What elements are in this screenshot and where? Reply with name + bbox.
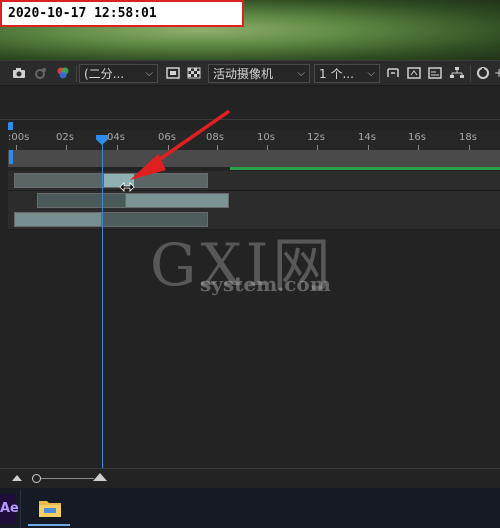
snapshot-icon[interactable] [34, 67, 48, 79]
zoom-slider-track[interactable] [36, 478, 94, 479]
os-taskbar [0, 488, 500, 528]
chevron-down-icon: ⌵ [297, 68, 305, 79]
composition-toolbar: (二分... ⌵ 活动摄像机 ⌵ 1 个... ⌵ + [0, 60, 500, 86]
time-ruler[interactable]: :00s 02s 04s 06s 08s 10s 12s 14s 16s 18s [8, 130, 500, 150]
taskbar-divider [20, 490, 21, 528]
views-value: 1 个... [319, 67, 354, 81]
toggle-view-icon[interactable] [386, 67, 400, 79]
color-channels-icon[interactable] [56, 67, 70, 79]
timeline-icon[interactable] [428, 67, 442, 79]
render-cache-indicator [230, 167, 500, 170]
work-area-begin-marker[interactable] [9, 150, 13, 164]
resolution-dropdown[interactable]: (二分... ⌵ [79, 64, 158, 83]
camera-icon[interactable] [12, 67, 26, 79]
transparency-grid-icon[interactable] [187, 67, 201, 79]
ruler-label: 14s [358, 132, 376, 143]
ruler-label: 02s [56, 132, 74, 143]
watermark-domain: system.com [200, 272, 331, 296]
exposure-value-icon[interactable]: + [494, 67, 500, 79]
panel-gap [0, 86, 500, 120]
layer-duration-bar[interactable] [125, 193, 229, 208]
chevron-down-icon: ⌵ [145, 68, 153, 79]
zoom-slider-thumb[interactable] [32, 474, 41, 483]
ruler-label: 10s [257, 132, 275, 143]
views-dropdown[interactable]: 1 个... ⌵ [314, 64, 380, 83]
layer-duration-bar[interactable] [14, 212, 102, 227]
after-effects-icon[interactable]: Ae [0, 494, 19, 524]
active-app-indicator [28, 524, 70, 526]
playhead-line[interactable] [102, 140, 103, 468]
work-area-bar[interactable] [8, 150, 500, 167]
ruler-label: 18s [459, 132, 477, 143]
layer-duration-bar[interactable] [37, 193, 127, 208]
zoom-out-icon[interactable] [12, 475, 22, 481]
flowchart-icon[interactable] [450, 67, 464, 79]
annotation-arrow [130, 110, 230, 180]
region-of-interest-icon[interactable] [166, 67, 180, 79]
camera-dropdown[interactable]: 活动摄像机 ⌵ [208, 64, 310, 83]
camera-value: 活动摄像机 [213, 67, 274, 81]
chevron-down-icon: ⌵ [367, 68, 375, 79]
work-area-start-handle[interactable] [8, 122, 13, 130]
panel-divider [0, 119, 500, 120]
ruler-label: :00s [8, 132, 30, 143]
reset-exposure-icon[interactable] [476, 67, 490, 79]
ruler-label: 16s [408, 132, 426, 143]
resolution-value: (二分... [84, 67, 125, 81]
timeline-zoom-bar [0, 468, 500, 489]
ruler-label: 12s [307, 132, 325, 143]
zoom-in-icon[interactable] [93, 473, 107, 481]
file-explorer-icon[interactable] [38, 497, 62, 519]
fast-preview-icon[interactable] [407, 67, 421, 79]
timestamp-overlay: 2020-10-17 12:58:01 [0, 0, 244, 27]
